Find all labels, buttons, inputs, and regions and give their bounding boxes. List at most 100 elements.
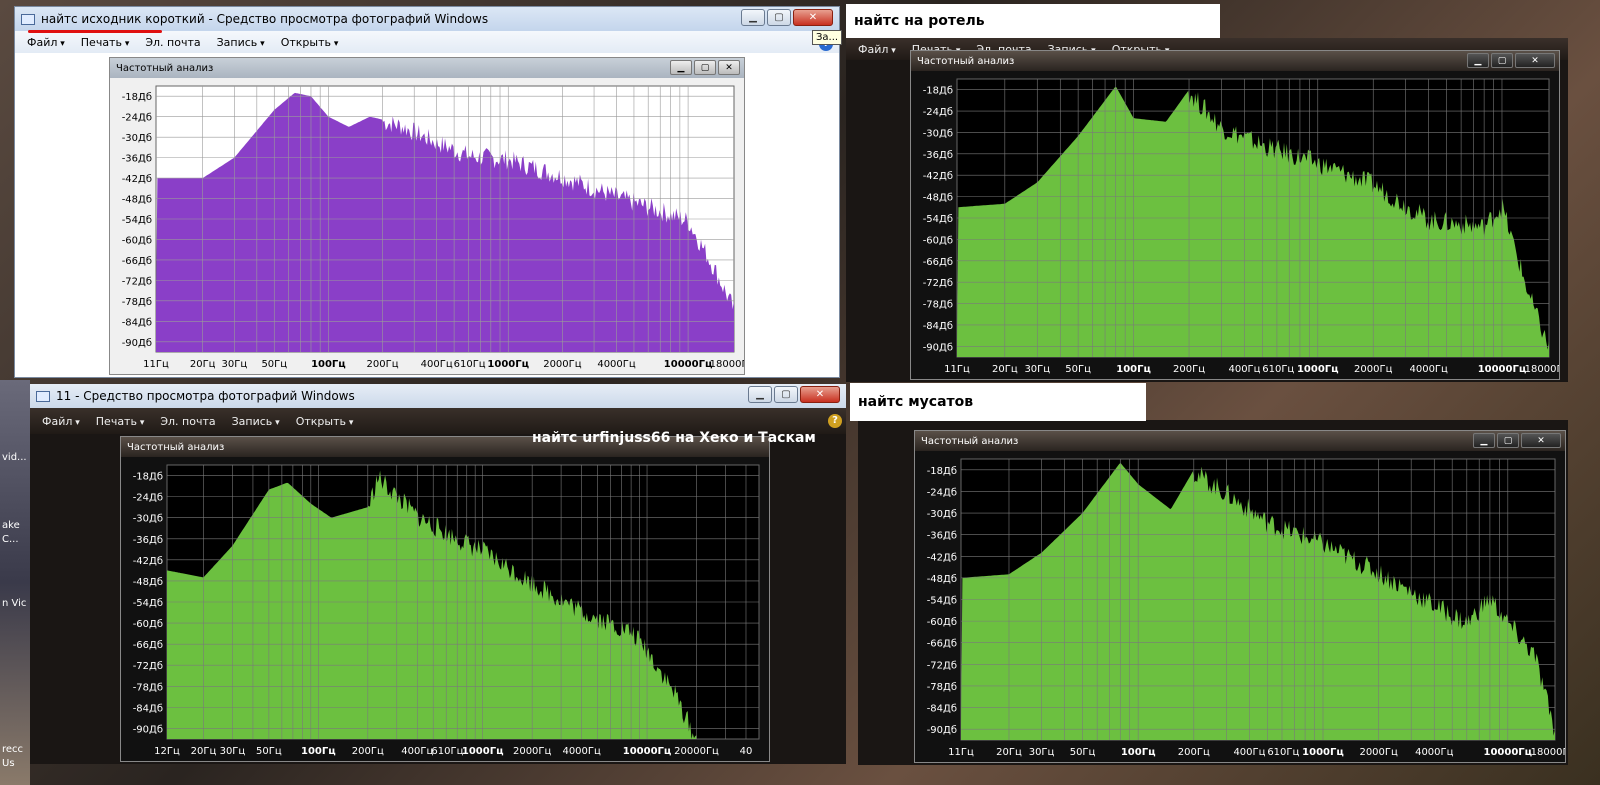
- spectrum-svg: -18Дб -24Дб -30Дб -36Дб -42Дб -48Дб -54Дб -60Дб…: [911, 71, 1559, 379]
- close-button[interactable]: ✕: [800, 386, 840, 403]
- y-tick-label: -42Дб: [927, 552, 957, 563]
- x-tick-label: 4000Гц: [562, 746, 601, 757]
- minimize-button[interactable]: ▁: [748, 386, 772, 403]
- y-tick-label: -18Дб: [122, 92, 152, 103]
- x-tick-label: 10000Гц: [1478, 364, 1527, 375]
- x-tick-label: 20Гц: [191, 746, 217, 757]
- menu-open[interactable]: Открыть: [281, 36, 339, 49]
- y-tick-label: -36Дб: [122, 154, 152, 165]
- y-tick-label: -78Дб: [122, 297, 152, 308]
- red-underline: [28, 30, 162, 33]
- menu-email[interactable]: Эл. почта: [160, 415, 215, 428]
- menu-file[interactable]: Файл: [42, 415, 80, 428]
- close-button[interactable]: ✕: [718, 60, 740, 75]
- menu-burn[interactable]: Запись: [232, 415, 280, 428]
- x-tick-label: 4000Гц: [1415, 747, 1454, 758]
- x-tick-label: 400Гц: [1233, 747, 1265, 758]
- y-tick-label: -42Дб: [133, 556, 163, 567]
- help-icon[interactable]: ?: [828, 414, 842, 428]
- menu-file[interactable]: Файл: [858, 43, 896, 56]
- x-tick-label: 1000Гц: [462, 746, 504, 757]
- panel-title: Частотный анализ: [116, 62, 214, 74]
- x-tick-label: 100Гц: [311, 359, 346, 370]
- minimize-button[interactable]: ▁: [1467, 53, 1489, 68]
- maximize-button[interactable]: ▢: [1491, 53, 1513, 68]
- panel-title: Частотный анализ: [917, 55, 1015, 67]
- x-tick-label: 11Гц: [948, 747, 974, 758]
- x-tick-label: 11Гц: [143, 359, 169, 370]
- y-tick-label: -72Дб: [122, 276, 152, 287]
- y-tick-label: -72Дб: [927, 660, 957, 671]
- x-tick-label: 200Гц: [1173, 364, 1205, 375]
- x-tick-label: 1000Гц: [1297, 364, 1339, 375]
- menu-print[interactable]: Печать: [81, 36, 130, 49]
- frequency-analysis-panel: Частотный анализ ▁ ▢ ✕ -18Дб -24Дб -30Дб -3…: [914, 430, 1566, 763]
- y-tick-label: -54Дб: [133, 598, 163, 609]
- desktop-icons-strip: vid... ake C... n Vic recc Us: [0, 380, 30, 785]
- y-tick-label: -66Дб: [133, 640, 163, 651]
- title-bar[interactable]: 11 - Средство просмотра фотографий Windo…: [30, 384, 846, 408]
- menu-print[interactable]: Печать: [96, 415, 145, 428]
- title-bar[interactable]: найтс исходник короткий - Средство просм…: [15, 7, 839, 31]
- minimize-button[interactable]: ▁: [1473, 433, 1495, 448]
- y-tick-label: -60Дб: [133, 619, 163, 630]
- menu-open[interactable]: Открыть: [296, 415, 354, 428]
- frequency-analysis-panel: Частотный анализ ▁ ▢ ✕ -18Дб -24Дб -30Дб -3…: [910, 50, 1560, 380]
- window-title: 11 - Средство просмотра фотографий Windo…: [56, 389, 355, 403]
- desktop-text: ake: [2, 520, 20, 531]
- x-tick-label: 50Гц: [256, 746, 282, 757]
- x-tick-label: 4000Гц: [597, 359, 636, 370]
- maximize-button[interactable]: ▢: [774, 386, 798, 403]
- y-tick-label: -48Дб: [122, 195, 152, 206]
- photo-viewer-window-2: Файл Печать Эл. почта Запись Открыть Час…: [846, 38, 1568, 382]
- window-title: найтс исходник короткий - Средство просм…: [41, 12, 489, 26]
- x-tick-label: 18000Гц: [1531, 747, 1565, 758]
- y-tick-label: -54Дб: [927, 596, 957, 607]
- x-tick-label: 1000Гц: [487, 359, 529, 370]
- panel-title: Частотный анализ: [127, 441, 225, 453]
- close-button[interactable]: ✕: [793, 9, 833, 26]
- x-tick-label: 610Гц: [1267, 747, 1299, 758]
- y-tick-label: -66Дб: [122, 256, 152, 267]
- x-tick-label: 20Гц: [190, 359, 216, 370]
- x-tick-label: 610Гц: [431, 746, 463, 757]
- minimize-button[interactable]: ▁: [741, 9, 765, 26]
- tooltip: За...: [812, 30, 843, 45]
- y-tick-label: -84Дб: [122, 317, 152, 328]
- x-tick-label: 200Гц: [1178, 747, 1210, 758]
- close-button[interactable]: ✕: [1515, 53, 1555, 68]
- y-tick-label: -84Дб: [133, 703, 163, 714]
- minimize-button[interactable]: ▁: [670, 60, 692, 75]
- x-tick-label: 10000Гц: [623, 746, 672, 757]
- x-tick-label: 30Гц: [222, 359, 248, 370]
- y-tick-label: -18Дб: [927, 466, 957, 477]
- caption-urfinjuss: найтс urfinjuss66 на Хеко и Таскам: [532, 430, 816, 446]
- maximize-button[interactable]: ▢: [1497, 433, 1519, 448]
- x-tick-label: 200Гц: [367, 359, 399, 370]
- x-tick-label: 20Гц: [992, 364, 1018, 375]
- x-tick-label: 12Гц: [154, 746, 180, 757]
- maximize-button[interactable]: ▢: [694, 60, 716, 75]
- maximize-button[interactable]: ▢: [767, 9, 791, 26]
- close-button[interactable]: ✕: [1521, 433, 1561, 448]
- photo-viewer-window-1: найтс исходник короткий - Средство просм…: [14, 6, 840, 378]
- desktop-text: vid...: [2, 452, 27, 463]
- menu-burn[interactable]: Запись: [217, 36, 265, 49]
- photo-viewer-icon: [36, 390, 50, 402]
- y-tick-label: -42Дб: [923, 171, 953, 182]
- y-tick-label: -72Дб: [133, 661, 163, 672]
- caption-rotel: найтс на ротель: [846, 4, 1220, 38]
- x-tick-label: 610Гц: [1262, 364, 1294, 375]
- spectrum-chart: -18Дб -24Дб -30Дб -36Дб -42Дб -48Дб -54Дб -60Дб…: [121, 457, 769, 761]
- menu-file[interactable]: Файл: [27, 36, 65, 49]
- x-tick-label: 18000Гц: [1525, 364, 1559, 375]
- menu-email[interactable]: Эл. почта: [145, 36, 200, 49]
- x-tick-label: 50Гц: [261, 359, 287, 370]
- x-tick-label: 1000Гц: [1302, 747, 1344, 758]
- y-tick-label: -30Дб: [122, 133, 152, 144]
- x-tick-label: 610Гц: [454, 359, 486, 370]
- x-tick-label: 100Гц: [1121, 747, 1156, 758]
- desktop-text: Us: [2, 758, 15, 769]
- y-tick-label: -24Дб: [923, 107, 953, 118]
- y-tick-label: -54Дб: [923, 214, 953, 225]
